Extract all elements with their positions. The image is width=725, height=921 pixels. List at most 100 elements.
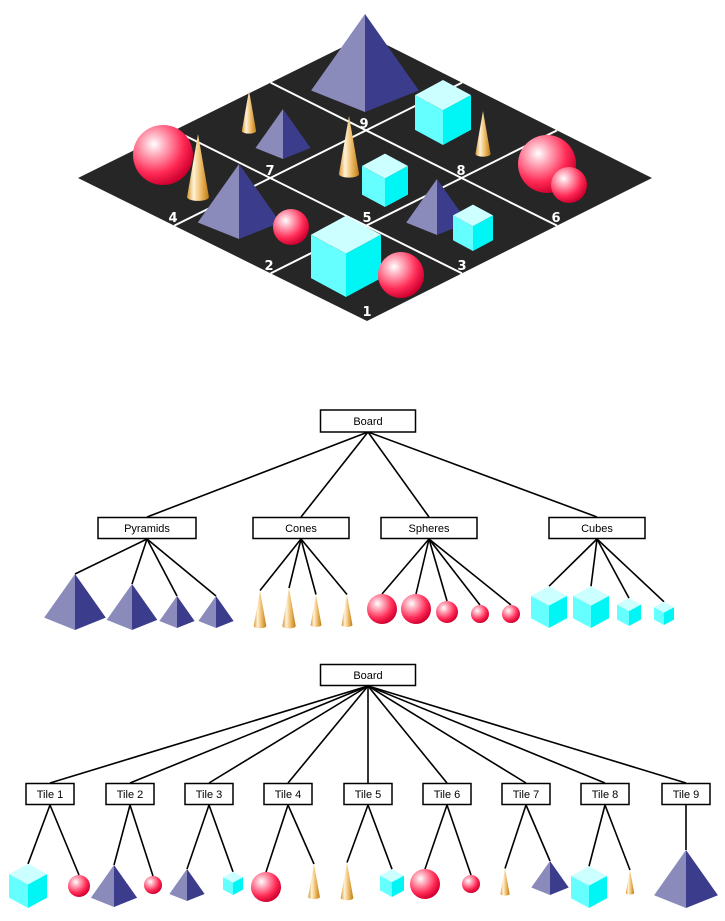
tree-edge — [424, 804, 448, 870]
pyramid-icon — [106, 584, 158, 630]
tile-node-9: Tile 9 — [661, 782, 711, 806]
tile-label-3: 3 — [457, 259, 466, 274]
cube-icon — [531, 586, 567, 628]
cone-icon — [340, 862, 354, 901]
sphere-icon — [462, 875, 480, 893]
sphere-icon — [436, 601, 458, 623]
cone-icon — [341, 594, 353, 627]
tile-label-2: 2 — [264, 259, 273, 274]
cube-icon — [380, 869, 404, 897]
cone-icon — [500, 868, 510, 896]
tree-edge — [446, 804, 472, 876]
pyramid-icon — [654, 850, 718, 908]
tree-edge — [265, 804, 289, 873]
node-label: Tile 5 — [355, 789, 382, 801]
leaf-group-cubes — [531, 586, 674, 628]
tile-label-4: 4 — [168, 211, 177, 226]
tree-edge — [588, 804, 606, 867]
cone-icon — [625, 870, 635, 895]
tree-edge — [590, 538, 598, 587]
tile-label-5: 5 — [362, 211, 371, 226]
sphere-icon — [502, 605, 520, 623]
tree-edge — [596, 538, 630, 599]
node-label: Board — [353, 670, 382, 682]
group-node-cubes: Cubes — [548, 516, 646, 540]
pyramid-icon — [169, 869, 205, 901]
cube-icon — [9, 863, 47, 908]
group-node-cones: Cones — [252, 516, 350, 540]
tree-edge — [129, 685, 369, 784]
tree-edge — [287, 685, 369, 784]
tile-label-7: 7 — [265, 164, 274, 179]
tree-edge — [74, 538, 148, 575]
sphere-icon — [471, 605, 489, 623]
tile-label-9: 9 — [359, 117, 368, 132]
tree-edge — [367, 685, 527, 784]
sphere-icon — [251, 872, 281, 902]
leaf-group-pyramids — [44, 574, 234, 630]
tree-edge — [113, 804, 131, 866]
tree-edge — [287, 804, 315, 865]
tile-label-1: 1 — [362, 305, 371, 320]
tile-children-6 — [410, 869, 480, 899]
tree-edge — [548, 538, 598, 587]
node-label: Board — [353, 416, 382, 428]
node-label: Cubes — [581, 523, 613, 535]
tree-edge — [49, 685, 369, 784]
tree-edge — [208, 804, 234, 873]
node-label: Tile 2 — [117, 789, 144, 801]
node-label: Tile 6 — [434, 789, 461, 801]
node-label: Tile 3 — [196, 789, 223, 801]
tile-label-6: 6 — [551, 211, 560, 226]
tile-node-8: Tile 8 — [580, 782, 630, 806]
tile-children-9 — [654, 850, 718, 908]
leaf-group-cones — [253, 588, 353, 629]
tree-edge — [146, 538, 217, 597]
tile-node-3: Tile 3 — [184, 782, 234, 806]
tree-by-tile: Board Tile 1 Tile 2 Tile 3 Tile 4 Tile 5 Tile … — [9, 663, 718, 908]
node-label: Spheres — [409, 523, 450, 535]
tree-edge — [367, 685, 448, 784]
tree-edge — [596, 538, 665, 603]
cube-icon — [573, 586, 609, 628]
node-label: Tile 1 — [37, 789, 64, 801]
tree-edge — [27, 804, 51, 865]
node-label: Tile 9 — [673, 789, 700, 801]
sphere-icon — [133, 125, 193, 185]
tree-edge — [49, 804, 80, 876]
sphere-icon — [401, 594, 431, 624]
leaf-group-spheres — [367, 594, 520, 624]
tree-edge — [346, 804, 369, 863]
pyramid-icon — [44, 574, 106, 630]
sphere-icon — [144, 876, 162, 894]
node-label: Cones — [285, 523, 317, 535]
tree-edge — [186, 804, 210, 870]
tree-edge — [604, 804, 631, 871]
root-node-board: Board — [319, 663, 417, 687]
group-node-spheres: Spheres — [380, 516, 478, 540]
pyramid-icon — [198, 596, 234, 628]
tree-edge — [367, 804, 393, 870]
cube-icon — [654, 601, 674, 625]
node-label: Tile 4 — [275, 789, 302, 801]
tree-edge — [428, 538, 448, 602]
sphere-icon — [378, 252, 424, 298]
tile-children-8 — [571, 866, 635, 908]
tree-edge — [367, 431, 598, 518]
cone-icon — [282, 588, 296, 629]
pyramid-icon — [90, 865, 138, 907]
tree-edge — [208, 685, 369, 784]
cube-icon — [571, 866, 607, 908]
tile-node-4: Tile 4 — [263, 782, 313, 806]
tile-children-7 — [500, 861, 569, 896]
cube-icon — [617, 598, 641, 626]
sphere-icon — [68, 875, 90, 897]
cone-icon — [308, 864, 320, 900]
tree-edge — [129, 804, 154, 877]
tree-edge — [428, 538, 481, 606]
pyramid-icon — [159, 596, 195, 628]
cone-icon — [310, 594, 322, 627]
pyramid-icon — [531, 861, 569, 895]
tile-children-5 — [340, 862, 404, 901]
scene-graph-diagram: 1 2 3 4 5 6 7 8 9 Board Pyramids Cones Spheres Cubes… — [9, 14, 718, 908]
